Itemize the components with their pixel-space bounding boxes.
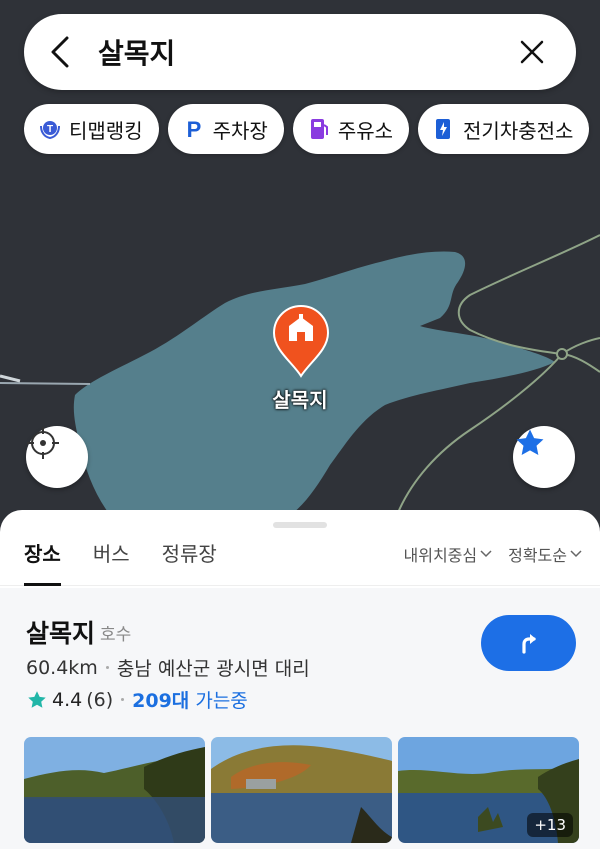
place-address: 충남 예산군 광시면 대리	[116, 658, 310, 680]
rating-star-icon	[28, 690, 46, 708]
svg-text:P: P	[186, 117, 201, 141]
chip-label: 티맵랭킹	[69, 118, 143, 143]
map-pin-label: 살목지	[272, 388, 328, 412]
favorite-button[interactable]	[513, 426, 575, 488]
chevron-down-icon	[480, 550, 492, 558]
crosshair-icon	[27, 427, 59, 459]
place-category: 호수	[100, 625, 132, 645]
chip-tmap-ranking[interactable]: T 티맵랭킹	[24, 104, 159, 154]
search-input[interactable]: 살목지	[98, 32, 512, 72]
svg-text:T: T	[47, 124, 53, 135]
chip-label: 전기차충전소	[463, 118, 574, 143]
search-bar[interactable]: 살목지	[24, 14, 576, 90]
back-button[interactable]	[50, 32, 80, 72]
tmap-ranking-icon: T	[38, 117, 62, 141]
turn-right-arrow-icon	[521, 634, 536, 654]
chevron-down-icon	[570, 550, 582, 558]
parking-status: 209대 가는중	[132, 690, 248, 712]
place-rating: 4.4 (6) 209대 가는중	[26, 686, 248, 713]
more-photos-badge[interactable]: +13	[527, 813, 573, 837]
result-tabs: 장소 버스 정류장 내위치중심 정확도순	[0, 532, 600, 586]
chip-parking[interactable]: P 주차장	[167, 104, 284, 154]
chip-label: 주차장	[212, 118, 268, 143]
category-chips: T 티맵랭킹 P 주차장 주유소 전기차충전소	[24, 104, 590, 154]
place-photo[interactable]: +13	[398, 737, 579, 843]
parking-icon: P	[182, 117, 206, 141]
chip-ev-charging[interactable]: 전기차충전소	[418, 104, 590, 154]
place-photo[interactable]	[211, 737, 392, 843]
review-count: (6)	[86, 688, 114, 711]
sort-options: 내위치중심 정확도순	[404, 532, 583, 576]
sheet-handle[interactable]	[273, 522, 327, 528]
chip-gas-station[interactable]: 주유소	[292, 104, 410, 154]
rating-value: 4.4	[52, 688, 83, 711]
tab-bus-stop[interactable]: 정류장	[162, 532, 217, 586]
result-item[interactable]: 살목지 호수 60.4km 충남 예산군 광시면 대리 4.4 (6) 209대…	[0, 588, 600, 849]
place-photo[interactable]	[24, 737, 205, 843]
place-distance: 60.4km	[26, 656, 98, 679]
place-distance-address: 60.4km 충남 예산군 광시면 대리	[26, 654, 310, 681]
sort-order-dropdown[interactable]: 정확도순	[508, 542, 582, 566]
tab-bus[interactable]: 버스	[93, 532, 130, 586]
chip-label: 주유소	[337, 118, 394, 143]
sort-center-dropdown[interactable]: 내위치중심	[404, 542, 493, 566]
sort-center-label: 내위치중심	[403, 546, 478, 565]
sort-order-label: 정확도순	[508, 546, 567, 565]
photo-strip: +13	[24, 737, 579, 843]
current-location-button[interactable]	[26, 426, 88, 488]
clear-button[interactable]	[512, 32, 552, 72]
bottom-sheet: 장소 버스 정류장 내위치중심 정확도순 살목지 호수 60.4km 충남 예산…	[0, 510, 600, 849]
ev-charging-icon	[432, 117, 456, 141]
gas-station-icon	[307, 117, 331, 141]
close-icon	[520, 40, 544, 64]
route-button[interactable]	[481, 615, 576, 671]
star-icon	[516, 429, 544, 456]
tab-places[interactable]: 장소	[24, 532, 61, 586]
chevron-left-icon	[51, 36, 69, 68]
place-name: 살목지	[26, 619, 96, 648]
